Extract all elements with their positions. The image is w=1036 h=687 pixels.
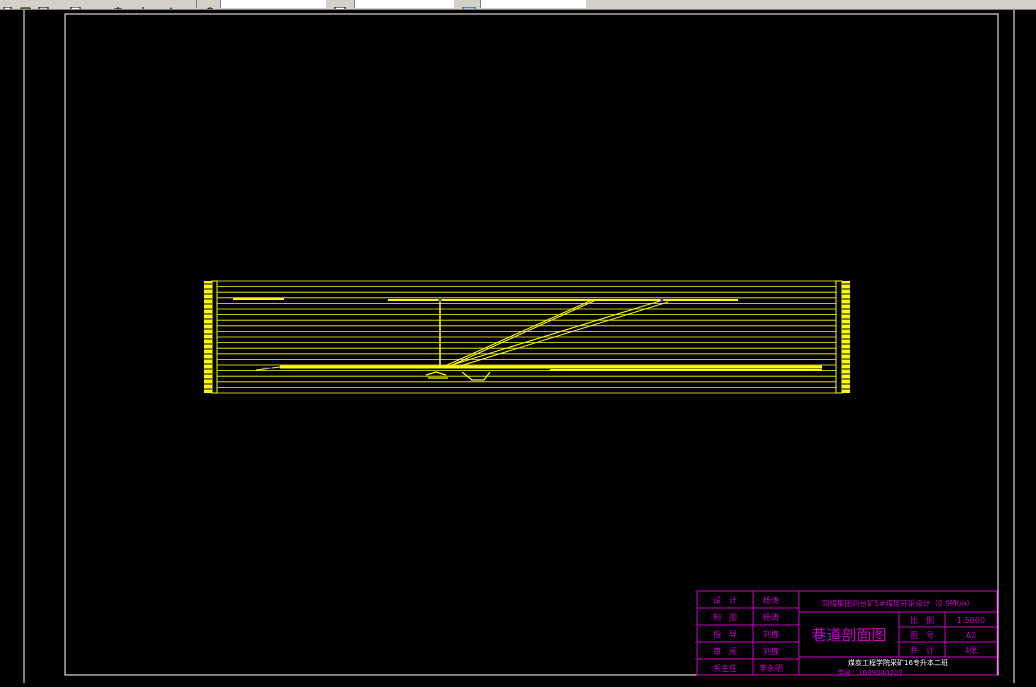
role-drafting: 制 图 [713,612,737,622]
incline-2a [454,299,664,365]
open-icon[interactable] [20,0,32,9]
incline-2b [459,301,669,367]
incline-1b [449,299,597,367]
drawing-no-value: A2 [966,631,977,640]
role-design: 设 计 [713,595,737,605]
new-icon[interactable] [2,0,14,9]
print-icon[interactable] [70,0,82,9]
student-number: 学号：1609040207 [837,668,903,677]
role-advisor: 指 导 [713,629,737,639]
drawing-canvas[interactable]: 设 计 杨涛 制 图 杨涛 指 导 刘拽 审 阅 刘拽 系主任 李永明 同煤集团… [0,10,1036,683]
color-dropdown[interactable] [354,0,454,8]
layer-icon[interactable] [204,0,216,9]
total-value: 4张 [964,646,977,655]
linetype-dropdown[interactable] [480,0,586,8]
role-dept-head: 系主任 [713,663,737,673]
incline-1a [444,299,593,367]
shaft-top-point [438,298,442,302]
drawing-title: 巷道剖面图 [811,626,886,644]
name-dept-head: 李永明 [759,663,783,673]
roadway-profile [204,280,850,394]
name-design: 杨涛 [763,595,779,605]
project-title: 同煤集团四台矿5#煤层开采设计（0.9Mt/a） [822,598,974,608]
save-icon[interactable] [38,0,50,9]
toolbar [0,0,1036,10]
name-advisor: 刘拽 [763,629,779,639]
incline-top-point [660,298,664,302]
match-icon[interactable] [140,0,152,9]
scale-label: 比 例 [910,615,934,625]
cad-drawing: 设 计 杨涛 制 图 杨涛 指 导 刘拽 审 阅 刘拽 系主任 李永明 同煤集团… [23,10,1015,683]
layer-dropdown[interactable] [220,0,326,8]
left-end-hatch [204,280,218,394]
name-review: 刘拽 [763,646,779,656]
toolbar-separator [196,0,197,8]
title-block-text: 设 计 杨涛 制 图 杨涛 指 导 刘拽 审 阅 刘拽 系主任 李永明 同煤集团… [713,595,985,677]
cut-icon[interactable] [112,0,124,9]
role-review: 审 阅 [713,646,737,656]
right-end-hatch [835,280,850,394]
school-name: 煤炭工程学院采矿16专升本二班 [848,658,948,667]
properties-icon[interactable] [334,0,346,9]
linetype-icon[interactable] [462,0,476,9]
total-label: 共 计 [910,645,934,655]
drawing-no-label: 图 号 [910,631,934,640]
name-drafting: 杨涛 [763,612,779,622]
pan-icon[interactable] [165,0,177,9]
scale-value: 1:5000 [957,616,985,625]
